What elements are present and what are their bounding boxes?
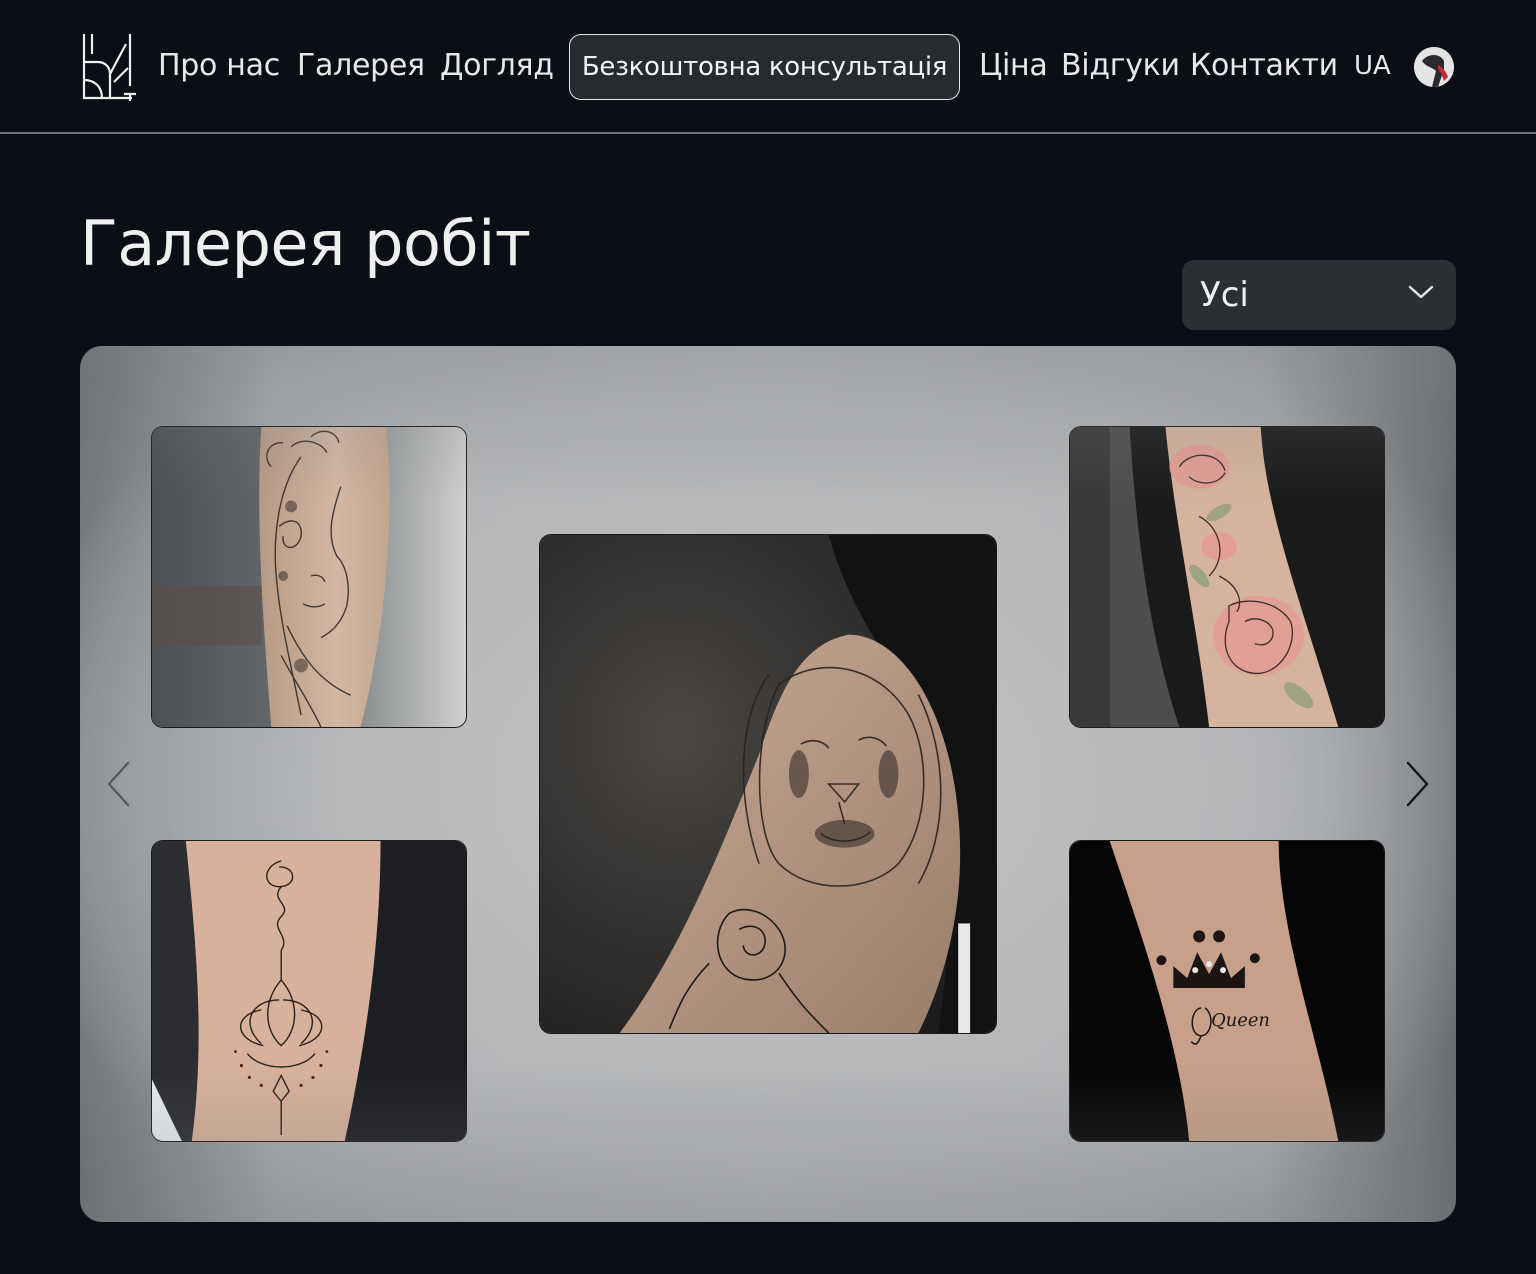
avatar-icon[interactable]	[1414, 47, 1454, 87]
medusa-tattoo-photo[interactable]	[151, 426, 467, 728]
site-header: Про нас Галерея Догляд Безкоштовна консу…	[0, 0, 1536, 134]
nav-about[interactable]: Про нас	[158, 46, 280, 86]
nav-price[interactable]: Ціна	[979, 46, 1048, 86]
nav-reviews[interactable]: Відгуки	[1061, 46, 1180, 86]
language-switcher[interactable]: UA	[1354, 48, 1391, 84]
gallery-carousel: Queen	[80, 346, 1456, 1222]
nav-aftercare[interactable]: Догляд	[440, 46, 554, 86]
lotus-unalome-tattoo-photo[interactable]	[151, 840, 467, 1142]
filter-selected-value: Усі	[1200, 275, 1249, 315]
tattoo-script-text: Queen	[1211, 1010, 1270, 1031]
nav-gallery[interactable]: Галерея	[297, 46, 425, 86]
chevron-left-icon[interactable]	[104, 760, 134, 808]
crown-queen-tattoo-photo[interactable]: Queen	[1069, 840, 1385, 1142]
page-title: Галерея робіт	[80, 207, 531, 280]
nav-contacts[interactable]: Контакти	[1190, 46, 1338, 86]
category-filter-dropdown[interactable]: Усі	[1182, 260, 1456, 330]
studio-logo-icon[interactable]	[80, 32, 138, 102]
free-consultation-button[interactable]: Безкоштовна консультація	[569, 34, 960, 100]
lion-rose-tattoo-photo[interactable]	[539, 534, 997, 1034]
chevron-down-icon	[1408, 285, 1434, 299]
chevron-right-icon[interactable]	[1402, 760, 1432, 808]
peony-tattoo-photo[interactable]	[1069, 426, 1385, 728]
